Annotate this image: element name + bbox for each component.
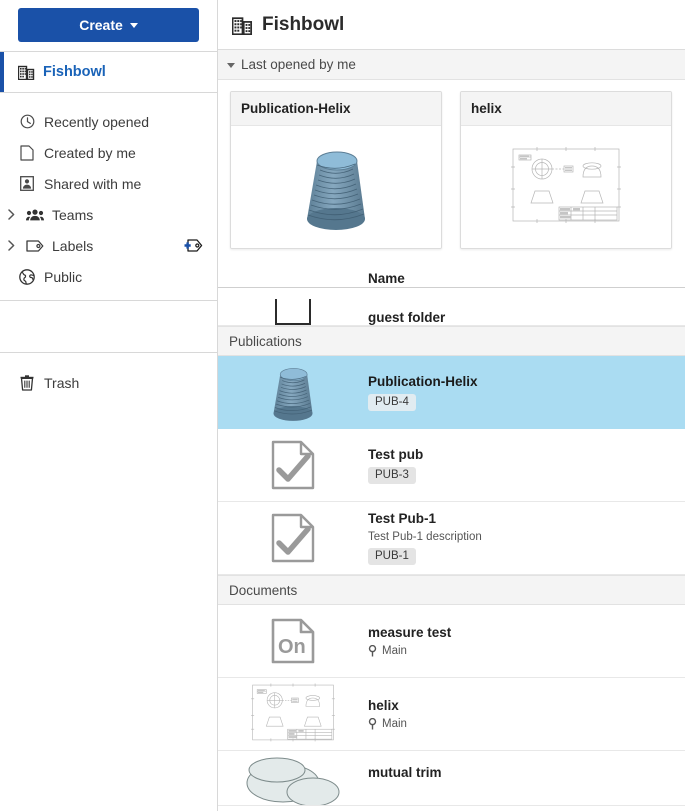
row-meta: guest folder: [368, 310, 685, 325]
branch-label: Main: [382, 645, 407, 657]
publication-doc-icon: [218, 512, 368, 564]
group-label: Documents: [229, 582, 298, 598]
list-column-header: Name: [218, 264, 685, 288]
drawing-sheet-thumb: [461, 126, 671, 248]
row-branch: Main: [368, 718, 685, 730]
table-row[interactable]: guest folder: [218, 288, 685, 326]
row-branch: Main: [368, 645, 685, 657]
helix-part-thumb: [218, 358, 368, 426]
table-row[interactable]: On measure test Main: [218, 605, 685, 678]
row-meta: measure test Main: [368, 618, 685, 664]
page-header: Fishbowl: [218, 0, 685, 50]
row-name: measure test: [368, 625, 452, 640]
drawing-sheet-thumb: [218, 682, 368, 746]
sidebar-item-label: Created by me: [44, 144, 136, 161]
sidebar-item-teams[interactable]: Teams: [0, 199, 217, 230]
row-meta: mutual trim: [368, 751, 685, 787]
sidebar-item-label: Labels: [52, 237, 94, 254]
sidebar-item-label: Public: [44, 268, 83, 285]
group-header-documents: Documents: [218, 575, 685, 605]
row-meta: Publication-Helix PUB-4: [368, 367, 685, 418]
add-label-icon[interactable]: [183, 239, 203, 252]
sidebar-item-labels[interactable]: Labels: [0, 230, 217, 261]
sidebar-item-label: Fishbowl: [43, 64, 106, 80]
helix-part-thumb: [231, 126, 441, 248]
sidebar-item-recently-opened[interactable]: Recently opened: [0, 106, 217, 137]
table-row[interactable]: helix Main: [218, 678, 685, 751]
sidebar-nav-list: Recently opened Created by me Shared wit…: [0, 93, 217, 292]
sidebar-item-trash[interactable]: Trash: [0, 367, 217, 398]
sidebar-item-label: Trash: [44, 374, 80, 391]
chevron-down-icon: [129, 22, 138, 28]
label-tag-icon: [26, 239, 44, 252]
page-title: Fishbowl: [262, 13, 345, 35]
create-button-label: Create: [79, 17, 123, 33]
branch-marker-icon: [368, 645, 377, 657]
recently-opened-cards: Publication-Helix helix: [218, 80, 685, 249]
clock-icon: [18, 114, 36, 129]
folder-icon: [218, 297, 368, 325]
chevron-right-icon[interactable]: [5, 209, 17, 220]
sidebar-item-created-by-me[interactable]: Created by me: [0, 137, 217, 168]
row-name: helix: [368, 698, 399, 713]
table-row[interactable]: Test pub PUB-3: [218, 429, 685, 502]
trash-icon: [18, 374, 36, 391]
branch-label: Main: [382, 718, 407, 730]
chevron-down-icon: [227, 62, 235, 68]
section-label: Last opened by me: [241, 57, 356, 72]
sidebar-item-public[interactable]: Public: [0, 261, 217, 292]
row-name: mutual trim: [368, 765, 442, 780]
sidebar: Create Fishbowl Recently opened Created …: [0, 0, 218, 811]
create-button-container: Create: [0, 0, 217, 51]
sidebar-item-label: Teams: [52, 206, 94, 223]
row-meta: Test Pub-1 Test Pub-1 description PUB-1: [368, 504, 685, 572]
last-opened-section-header[interactable]: Last opened by me: [218, 50, 685, 80]
onshape-doc-icon: On: [218, 617, 368, 665]
sidebar-item-label: Shared with me: [44, 175, 142, 192]
group-label: Publications: [229, 333, 302, 349]
row-meta: Test pub PUB-3: [368, 440, 685, 491]
table-row[interactable]: Publication-Helix PUB-4: [218, 356, 685, 429]
status-badge: PUB-1: [368, 548, 416, 565]
row-name: Test pub: [368, 446, 424, 462]
row-name: Test Pub-1: [368, 511, 437, 526]
teams-icon: [26, 208, 44, 221]
ellipses-thumb: [218, 751, 368, 805]
create-button[interactable]: Create: [18, 8, 199, 42]
row-name: Publication-Helix: [368, 373, 478, 389]
status-badge: PUB-3: [368, 466, 416, 484]
sidebar-divider-4: [0, 352, 217, 353]
svg-text:On: On: [278, 636, 306, 658]
main-panel: Fishbowl Last opened by me Publication-H…: [218, 0, 685, 811]
building-icon: [18, 64, 35, 80]
column-header-name: Name: [368, 271, 405, 286]
app-root: Create Fishbowl Recently opened Created …: [0, 0, 685, 811]
row-description: Test Pub-1 description: [368, 531, 482, 543]
publication-doc-icon: [218, 439, 368, 491]
recent-card[interactable]: helix: [460, 91, 672, 249]
recent-card[interactable]: Publication-Helix: [230, 91, 442, 249]
status-badge: PUB-4: [368, 393, 416, 411]
shared-person-icon: [18, 176, 36, 191]
building-icon: [232, 15, 253, 35]
group-header-publications: Publications: [218, 326, 685, 356]
sidebar-item-fishbowl[interactable]: Fishbowl: [0, 52, 217, 92]
table-row[interactable]: mutual trim: [218, 751, 685, 806]
recent-card-title: helix: [461, 92, 671, 126]
chevron-right-icon[interactable]: [5, 240, 17, 251]
branch-marker-icon: [368, 718, 377, 730]
table-row[interactable]: Test Pub-1 Test Pub-1 description PUB-1: [218, 502, 685, 575]
sidebar-item-label: Recently opened: [44, 113, 150, 130]
row-name: guest folder: [368, 310, 446, 325]
row-meta: helix Main: [368, 691, 685, 737]
recent-card-title: Publication-Helix: [231, 92, 441, 126]
document-icon: [18, 144, 36, 161]
sidebar-item-shared-with-me[interactable]: Shared with me: [0, 168, 217, 199]
globe-icon: [18, 268, 36, 285]
